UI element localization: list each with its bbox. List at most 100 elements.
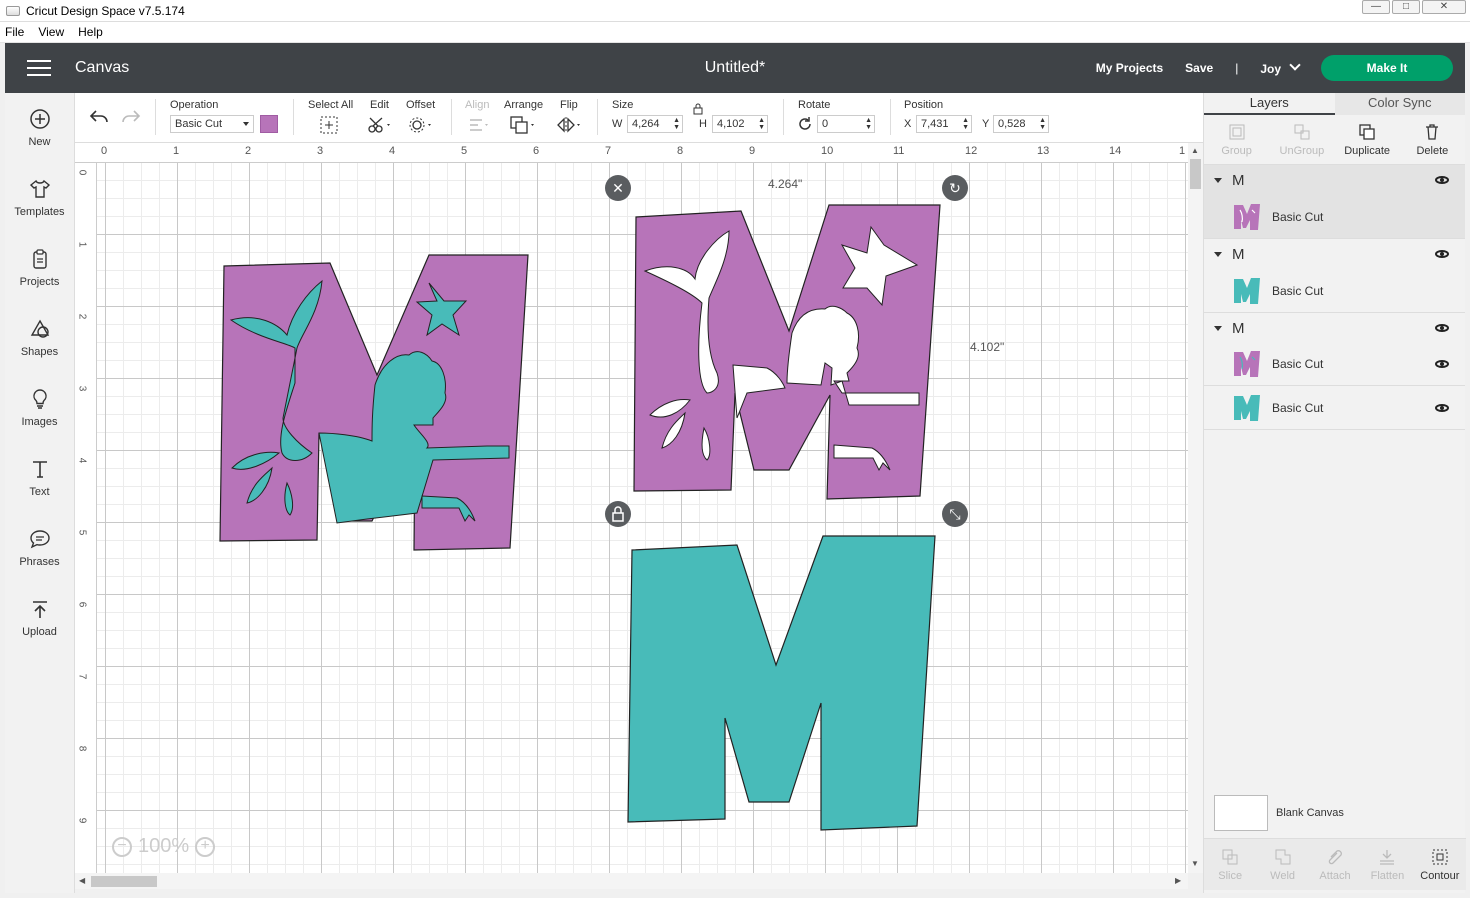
layer-row[interactable]: Basic Cut xyxy=(1204,343,1465,386)
layer-group[interactable]: M Basic Cut Basic Cut xyxy=(1204,313,1465,430)
rotate-handle-icon[interactable]: ↻ xyxy=(942,175,968,201)
scroll-left-icon[interactable]: ◀ xyxy=(79,876,85,885)
rotate-stepper-icon[interactable]: ▲ ▼ xyxy=(865,117,872,131)
visibility-eye-icon[interactable] xyxy=(1435,250,1449,258)
edit-scissors-icon[interactable] xyxy=(367,115,393,135)
sidebar-item-shapes[interactable]: Shapes xyxy=(5,303,74,373)
visibility-eye-icon[interactable] xyxy=(1435,324,1449,332)
layer-group-header[interactable]: M xyxy=(1204,165,1465,195)
layer-row[interactable]: Basic Cut xyxy=(1204,269,1465,312)
layers-panel: Layers Color Sync Group UnGroup Duplicat… xyxy=(1203,93,1466,893)
position-x-input[interactable]: 7,431 ▲ ▼ xyxy=(916,115,972,133)
sidebar-item-text[interactable]: Text xyxy=(5,443,74,513)
design-canvas[interactable]: 4.264" 4.102" ✕ ↻ ⤡ xyxy=(97,163,1188,873)
blank-canvas-row[interactable]: Blank Canvas xyxy=(1214,795,1344,831)
collapse-triangle-icon[interactable] xyxy=(1214,177,1222,183)
redo-icon[interactable] xyxy=(121,109,141,125)
horizontal-scrollbar[interactable]: ◀ ▶ xyxy=(75,873,1188,889)
save-button[interactable]: Save xyxy=(1185,61,1213,75)
ruler-tick: 0 xyxy=(76,169,88,176)
position-x-stepper-icon[interactable]: ▲ ▼ xyxy=(962,117,969,131)
ruler-tick: 1 xyxy=(1179,145,1186,157)
header-actions: My Projects Save | Joy Make It xyxy=(1074,55,1453,81)
minimize-button[interactable]: — xyxy=(1362,0,1390,14)
group-button[interactable]: Group xyxy=(1204,115,1269,164)
layer-group-m-teal[interactable] xyxy=(627,535,936,831)
flip-icon[interactable] xyxy=(555,115,583,135)
visibility-eye-icon[interactable] xyxy=(1435,176,1449,184)
rotate-input[interactable]: 0 ▲ ▼ xyxy=(817,115,875,133)
layer-group-m-selected[interactable] xyxy=(628,187,969,515)
menu-file[interactable]: File xyxy=(5,25,24,39)
duplicate-button[interactable]: Duplicate xyxy=(1335,115,1400,164)
position-y-stepper-icon[interactable]: ▲ ▼ xyxy=(1039,117,1046,131)
tab-color-sync[interactable]: Color Sync xyxy=(1334,93,1465,115)
width-value: 4,264 xyxy=(632,118,660,130)
layer-group-m-combined[interactable] xyxy=(219,254,529,551)
layer-group[interactable]: M Basic Cut xyxy=(1204,239,1465,313)
arrange-icon[interactable] xyxy=(509,115,537,135)
sidebar-item-new[interactable]: New xyxy=(5,93,74,163)
position-y-value: 0,528 xyxy=(998,118,1026,130)
lock-handle-lock-icon[interactable] xyxy=(605,501,631,527)
flatten-button[interactable]: Flatten xyxy=(1361,839,1413,890)
operation-select[interactable]: Basic Cut xyxy=(170,115,254,133)
layer-row[interactable]: Basic Cut xyxy=(1204,386,1465,429)
collapse-triangle-icon[interactable] xyxy=(1214,251,1222,257)
position-y-input[interactable]: 0,528 ▲ ▼ xyxy=(993,115,1049,133)
scroll-thumb[interactable] xyxy=(1190,159,1201,189)
sidebar-item-templates[interactable]: Templates xyxy=(5,163,74,233)
tab-layers[interactable]: Layers xyxy=(1204,93,1335,115)
width-input[interactable]: 4,264 ▲ ▼ xyxy=(627,115,683,133)
attach-button[interactable]: Attach xyxy=(1309,839,1361,890)
scroll-up-icon[interactable]: ▲ xyxy=(1191,146,1199,155)
maximize-button[interactable]: □ xyxy=(1392,0,1420,14)
collapse-triangle-icon[interactable] xyxy=(1214,325,1222,331)
sidebar-item-images[interactable]: Images xyxy=(5,373,74,443)
contour-button[interactable]: Contour xyxy=(1414,839,1466,890)
scroll-right-icon[interactable]: ▶ xyxy=(1175,876,1181,885)
weld-label: Weld xyxy=(1270,869,1296,882)
offset-icon[interactable] xyxy=(409,115,435,135)
menu-help[interactable]: Help xyxy=(78,25,103,39)
sidebar-item-projects[interactable]: Projects xyxy=(5,233,74,303)
close-window-button[interactable]: ✕ xyxy=(1422,0,1466,14)
ungroup-button[interactable]: UnGroup xyxy=(1269,115,1334,164)
slice-button[interactable]: Slice xyxy=(1204,839,1256,890)
layer-group[interactable]: M Basic Cut xyxy=(1204,165,1465,239)
make-it-button[interactable]: Make It xyxy=(1321,55,1453,81)
vertical-scrollbar[interactable]: ▲ ▼ xyxy=(1188,143,1203,873)
layer-group-header[interactable]: M xyxy=(1204,313,1465,343)
weld-button[interactable]: Weld xyxy=(1256,839,1308,890)
operation-color-swatch[interactable] xyxy=(260,115,278,133)
blank-canvas-swatch[interactable] xyxy=(1214,795,1268,831)
align-icon[interactable] xyxy=(467,115,491,135)
hamburger-menu-icon[interactable] xyxy=(27,60,51,76)
size-lock-icon[interactable] xyxy=(693,103,703,115)
sidebar-item-phrases[interactable]: Phrases xyxy=(5,513,74,583)
select-all-icon[interactable] xyxy=(319,115,339,135)
my-projects-link[interactable]: My Projects xyxy=(1096,61,1163,75)
menu-view[interactable]: View xyxy=(38,25,64,39)
resize-handle-icon[interactable]: ⤡ xyxy=(942,501,968,527)
undo-icon[interactable] xyxy=(89,109,109,125)
height-input[interactable]: 4,102 ▲ ▼ xyxy=(712,115,768,133)
layer-row[interactable]: Basic Cut xyxy=(1204,195,1465,238)
height-stepper-icon[interactable]: ▲ ▼ xyxy=(758,117,765,131)
canvas-artwork xyxy=(219,187,969,831)
trash-icon xyxy=(1426,123,1439,140)
delete-button[interactable]: Delete xyxy=(1400,115,1465,164)
width-stepper-icon[interactable]: ▲ ▼ xyxy=(673,117,680,131)
visibility-eye-icon[interactable] xyxy=(1435,403,1449,412)
scroll-down-icon[interactable]: ▼ xyxy=(1191,859,1199,868)
section-title: Canvas xyxy=(75,59,130,76)
layer-group-header[interactable]: M xyxy=(1204,239,1465,269)
visibility-eye-icon[interactable] xyxy=(1435,360,1449,368)
delete-handle-close-icon[interactable]: ✕ xyxy=(605,175,631,201)
zoom-out-minus-icon[interactable]: − xyxy=(112,836,132,857)
scroll-thumb[interactable] xyxy=(91,876,157,887)
sidebar-item-upload[interactable]: Upload xyxy=(5,583,74,653)
zoom-in-plus-icon[interactable]: + xyxy=(195,836,216,857)
weld-icon xyxy=(1275,849,1291,864)
user-menu[interactable]: Joy xyxy=(1260,58,1301,76)
